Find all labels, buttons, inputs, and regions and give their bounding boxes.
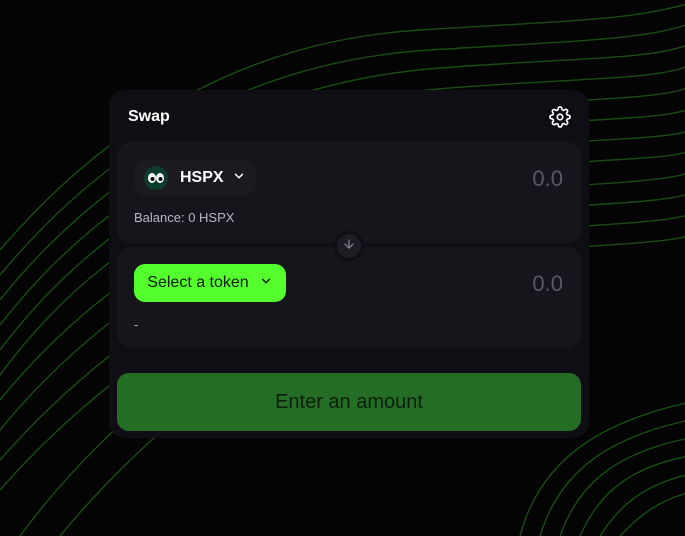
hspx-eyes-icon [144, 166, 168, 190]
enter-amount-button[interactable]: Enter an amount [117, 373, 581, 431]
page-background: Swap HSPX 0.0 Balance: 0 HSPX Select a t… [0, 0, 685, 536]
swap-title: Swap [128, 108, 170, 125]
swap-header: Swap [128, 106, 571, 128]
swap-card: Swap HSPX 0.0 Balance: 0 HSPX Select a t… [109, 90, 589, 438]
chevron-down-icon [232, 169, 246, 188]
from-balance: Balance: 0 HSPX [134, 210, 235, 225]
from-amount-input[interactable]: 0.0 [532, 166, 563, 192]
enter-amount-label: Enter an amount [275, 390, 423, 413]
from-token-panel: HSPX 0.0 Balance: 0 HSPX [117, 142, 581, 243]
switch-tokens-button[interactable] [334, 231, 364, 261]
to-token-panel: Select a token 0.0 - [117, 247, 581, 348]
to-balance: - [134, 317, 139, 332]
chevron-down-icon [259, 274, 273, 293]
from-token-symbol: HSPX [180, 169, 224, 186]
select-token-label: Select a token [147, 274, 249, 291]
gear-icon[interactable] [549, 106, 571, 128]
select-token-button[interactable]: Select a token [134, 264, 286, 302]
arrow-down-icon [342, 237, 356, 256]
from-token-selector[interactable]: HSPX [134, 160, 256, 196]
to-amount-input[interactable]: 0.0 [532, 271, 563, 297]
